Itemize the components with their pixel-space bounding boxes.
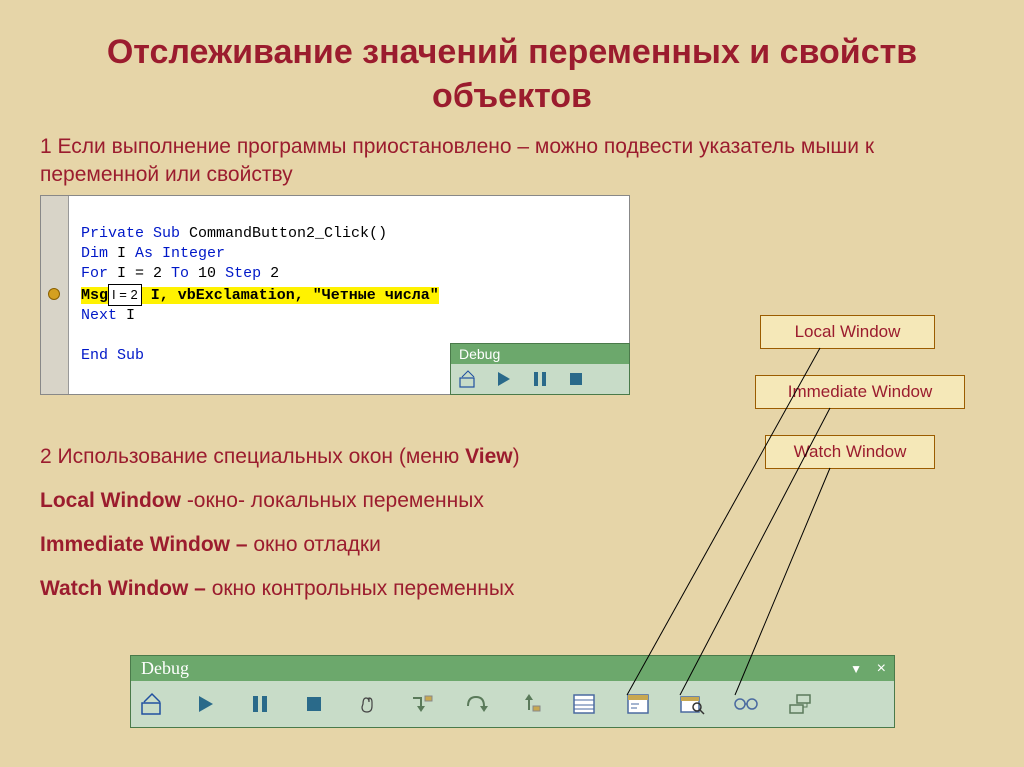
value-tooltip: I = 2 [108, 284, 142, 306]
keyword: As Integer [135, 245, 225, 262]
stop-icon[interactable] [565, 368, 587, 390]
keyword: To [171, 265, 189, 282]
quick-watch-icon[interactable] [735, 693, 757, 715]
debug-titlebar-large[interactable]: Debug ▼ × [131, 656, 894, 681]
pause-icon[interactable] [249, 693, 271, 715]
keyword: Private Sub [81, 225, 180, 242]
pause-icon[interactable] [529, 368, 551, 390]
debug-toolbar-large: Debug ▼ × [130, 655, 895, 728]
breakpoint-marker [48, 288, 60, 300]
debug-titlebar: Debug [451, 344, 629, 364]
immediate-window-icon[interactable] [627, 693, 649, 715]
call-stack-icon[interactable] [789, 693, 811, 715]
hand-breakpoint-icon[interactable] [357, 693, 379, 715]
dropdown-arrow-icon[interactable]: ▼ [850, 662, 862, 677]
code-editor: Private Sub CommandButton2_Click() Dim I… [40, 195, 630, 395]
play-icon[interactable] [195, 693, 217, 715]
design-mode-icon[interactable] [457, 368, 479, 390]
toolbar-row [131, 681, 894, 727]
keyword: For [81, 265, 108, 282]
slide-title: Отслеживание значений переменных и свойс… [0, 0, 1024, 128]
keyword: Step [225, 265, 261, 282]
locals-window-icon[interactable] [573, 693, 595, 715]
watch-window-icon[interactable] [681, 693, 703, 715]
design-mode-icon[interactable] [141, 693, 163, 715]
paragraph-1: 1 Если выполнение программы приостановле… [0, 128, 1024, 193]
paragraph-2: 2 Использование специальных окон (меню V… [40, 435, 520, 611]
debug-buttons-row [451, 364, 629, 394]
step-out-icon[interactable] [519, 693, 541, 715]
highlighted-line: Msg [81, 287, 108, 304]
play-icon[interactable] [493, 368, 515, 390]
keyword: End Sub [81, 347, 144, 364]
code-gutter [41, 196, 69, 394]
callout-immediate-window: Immediate Window [755, 375, 965, 409]
step-into-icon[interactable] [411, 693, 433, 715]
debug-toolbar-small: Debug [450, 343, 630, 395]
stop-icon[interactable] [303, 693, 325, 715]
close-icon[interactable]: × [877, 660, 886, 678]
keyword: Dim [81, 245, 108, 262]
callout-local-window: Local Window [760, 315, 935, 349]
callout-watch-window: Watch Window [765, 435, 935, 469]
code-content: Private Sub CommandButton2_Click() Dim I… [81, 204, 439, 366]
step-over-icon[interactable] [465, 693, 487, 715]
keyword: Next [81, 307, 117, 324]
